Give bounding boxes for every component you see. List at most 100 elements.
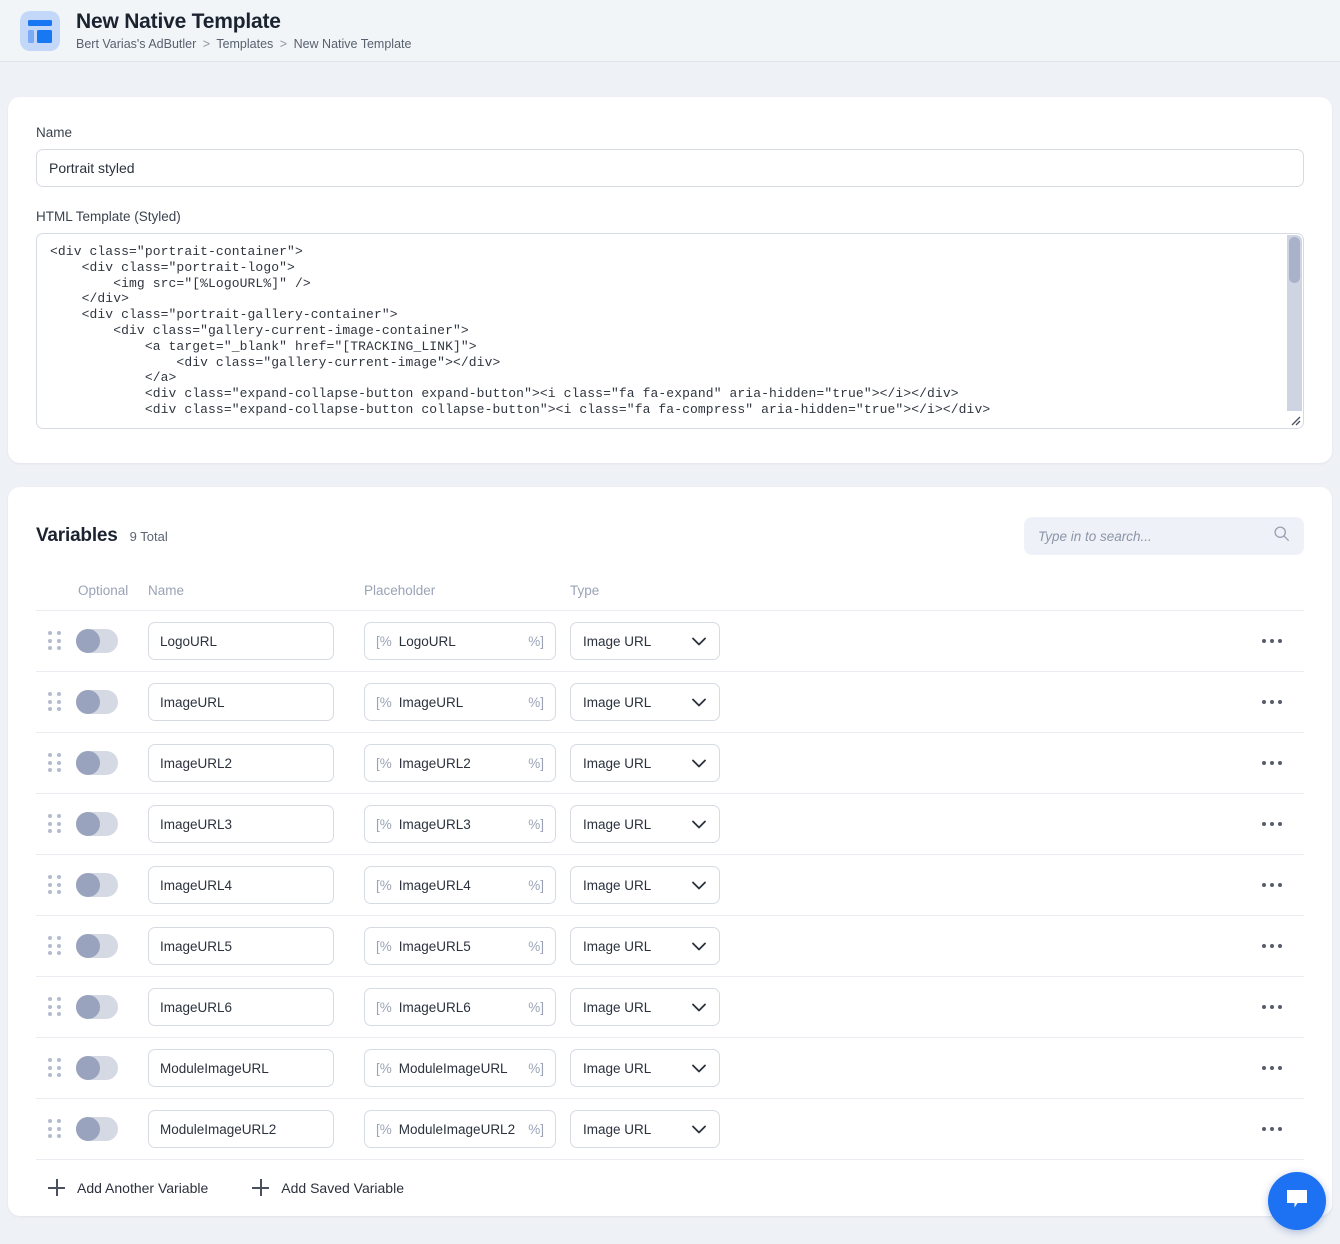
chevron-down-icon [692, 939, 706, 954]
variable-type-select[interactable]: Image URL [570, 805, 720, 843]
variable-name-input[interactable] [148, 683, 334, 721]
table-row: [% ImageURL %] Image URL [36, 671, 1304, 732]
variable-type-select[interactable]: Image URL [570, 1049, 720, 1087]
variable-type-select[interactable]: Image URL [570, 683, 720, 721]
plus-icon [48, 1179, 65, 1196]
chat-support-button[interactable] [1268, 1172, 1326, 1230]
variable-placeholder-field[interactable]: [% ImageURL4 %] [364, 866, 556, 904]
optional-toggle[interactable] [76, 751, 118, 775]
variable-name-input[interactable] [148, 1049, 334, 1087]
row-overflow-menu-button[interactable] [732, 822, 1304, 826]
row-overflow-menu-button[interactable] [732, 1127, 1304, 1131]
placeholder-close-token: %] [528, 755, 544, 771]
variable-placeholder-field[interactable]: [% ImageURL2 %] [364, 744, 556, 782]
column-header-optional: Optional [78, 583, 129, 598]
row-overflow-menu-button[interactable] [732, 944, 1304, 948]
variable-type-select[interactable]: Image URL [570, 927, 720, 965]
placeholder-close-token: %] [528, 633, 544, 649]
variable-placeholder-field[interactable]: [% ImageURL5 %] [364, 927, 556, 965]
drag-handle-icon[interactable] [48, 631, 62, 651]
variable-type-value: Image URL [583, 633, 652, 649]
placeholder-open-token: [% [376, 816, 392, 832]
add-another-variable-label: Add Another Variable [77, 1179, 209, 1196]
drag-handle-icon[interactable] [48, 692, 62, 712]
variable-type-select[interactable]: Image URL [570, 744, 720, 782]
variable-placeholder-field[interactable]: [% ImageURL3 %] [364, 805, 556, 843]
add-another-variable-button[interactable]: Add Another Variable [48, 1179, 208, 1196]
add-saved-variable-button[interactable]: Add Saved Variable [252, 1179, 404, 1196]
variable-type-select[interactable]: Image URL [570, 866, 720, 904]
placeholder-close-token: %] [528, 938, 544, 954]
variable-placeholder-field[interactable]: [% LogoURL %] [364, 622, 556, 660]
variable-type-value: Image URL [583, 999, 652, 1015]
variable-placeholder-name: ModuleImageURL [398, 1060, 508, 1076]
search-input[interactable] [1038, 528, 1273, 544]
variable-type-select[interactable]: Image URL [570, 1110, 720, 1148]
drag-handle-icon[interactable] [48, 753, 62, 773]
variable-placeholder-name: ImageURL3 [398, 816, 471, 832]
variable-placeholder-field[interactable]: [% ModuleImageURL %] [364, 1049, 556, 1087]
html-template-code[interactable]: <div class="portrait-container"> <div cl… [37, 234, 1303, 428]
breadcrumb-item-account[interactable]: Bert Varias's AdButler [76, 37, 196, 51]
placeholder-close-token: %] [528, 1121, 544, 1137]
resize-grip-icon[interactable] [1286, 411, 1302, 427]
variable-name-input[interactable] [148, 744, 334, 782]
variables-search-box[interactable] [1024, 517, 1304, 555]
drag-handle-icon[interactable] [48, 1058, 62, 1078]
optional-toggle[interactable] [76, 690, 118, 714]
editor-scrollbar-thumb[interactable] [1289, 237, 1300, 283]
row-overflow-menu-button[interactable] [732, 1005, 1304, 1009]
variable-name-input[interactable] [148, 927, 334, 965]
placeholder-open-token: [% [376, 694, 392, 710]
row-overflow-menu-button[interactable] [732, 639, 1304, 643]
drag-handle-icon[interactable] [48, 814, 62, 834]
breadcrumb-separator: > [279, 37, 288, 51]
header-texts: New Native Template Bert Varias's AdButl… [76, 9, 411, 52]
breadcrumb-item-current: New Native Template [293, 37, 412, 51]
variable-name-input[interactable] [148, 805, 334, 843]
variable-name-input[interactable] [148, 1110, 334, 1148]
variable-type-value: Image URL [583, 694, 652, 710]
variable-type-value: Image URL [583, 938, 652, 954]
row-overflow-menu-button[interactable] [732, 883, 1304, 887]
optional-toggle[interactable] [76, 873, 118, 897]
editor-scrollbar[interactable] [1287, 235, 1302, 413]
chevron-down-icon [692, 634, 706, 649]
chevron-down-icon [692, 878, 706, 893]
placeholder-close-token: %] [528, 999, 544, 1015]
optional-toggle[interactable] [76, 934, 118, 958]
chevron-down-icon [692, 1061, 706, 1076]
variables-rows: [% LogoURL %] Image URL [36, 610, 1304, 1159]
row-overflow-menu-button[interactable] [732, 700, 1304, 704]
variable-name-input[interactable] [148, 866, 334, 904]
breadcrumb-item-templates[interactable]: Templates [216, 37, 273, 51]
optional-toggle[interactable] [76, 1056, 118, 1080]
variables-add-actions: Add Another Variable Add Saved Variable [36, 1159, 1304, 1196]
variable-name-input[interactable] [148, 622, 334, 660]
drag-handle-icon[interactable] [48, 997, 62, 1017]
variable-placeholder-name: ImageURL2 [398, 755, 471, 771]
chevron-down-icon [692, 1000, 706, 1015]
variables-header: Variables 9 Total [36, 517, 1304, 555]
variable-placeholder-field[interactable]: [% ImageURL6 %] [364, 988, 556, 1026]
placeholder-open-token: [% [376, 1121, 392, 1137]
page-header: New Native Template Bert Varias's AdButl… [0, 0, 1340, 62]
drag-handle-icon[interactable] [48, 1119, 62, 1139]
variable-placeholder-field[interactable]: [% ImageURL %] [364, 683, 556, 721]
variable-type-select[interactable]: Image URL [570, 622, 720, 660]
variable-placeholder-field[interactable]: [% ModuleImageURL2 %] [364, 1110, 556, 1148]
variable-name-input[interactable] [148, 988, 334, 1026]
optional-toggle[interactable] [76, 1117, 118, 1141]
row-overflow-menu-button[interactable] [732, 1066, 1304, 1070]
optional-toggle[interactable] [76, 995, 118, 1019]
name-input[interactable] [36, 149, 1304, 187]
drag-handle-icon[interactable] [48, 875, 62, 895]
html-template-editor[interactable]: <div class="portrait-container"> <div cl… [36, 233, 1304, 429]
drag-handle-icon[interactable] [48, 936, 62, 956]
template-details-card: Name HTML Template (Styled) <div class="… [8, 97, 1332, 463]
row-overflow-menu-button[interactable] [732, 761, 1304, 765]
placeholder-open-token: [% [376, 1060, 392, 1076]
variable-type-select[interactable]: Image URL [570, 988, 720, 1026]
optional-toggle[interactable] [76, 812, 118, 836]
optional-toggle[interactable] [76, 629, 118, 653]
